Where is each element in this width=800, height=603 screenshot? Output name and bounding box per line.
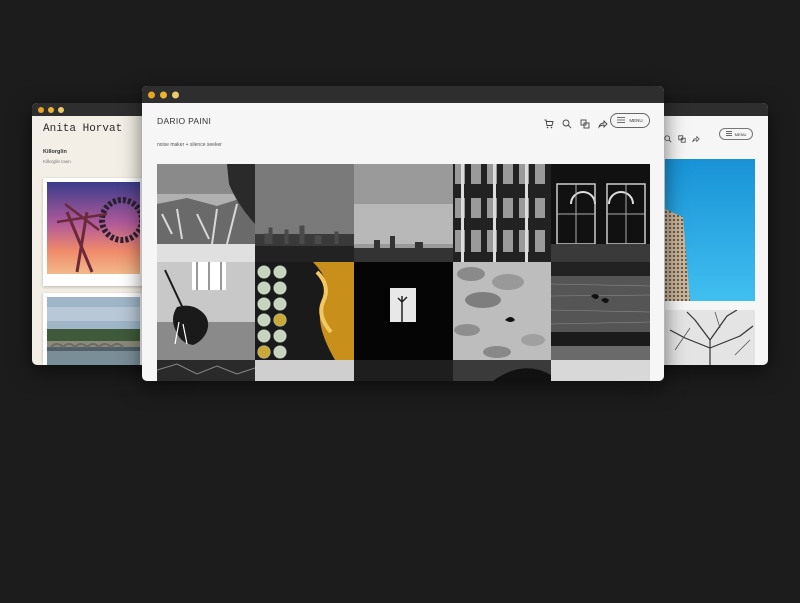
center-window-titlebar	[142, 86, 664, 103]
photo-tile-lily-pads[interactable]	[453, 262, 551, 360]
photo-tile-arched-windows[interactable]	[551, 164, 650, 262]
site-tagline: noise maker + silence seeker	[157, 142, 222, 148]
search-icon[interactable]	[562, 116, 572, 134]
header-icons	[544, 116, 608, 134]
window-controls	[148, 91, 179, 98]
menu-button[interactable]: MENU	[610, 113, 650, 128]
share-icon[interactable]	[598, 116, 608, 134]
photo-grid	[157, 164, 650, 381]
maximize-dot[interactable]	[172, 91, 179, 98]
right-header-icons	[664, 130, 700, 148]
bare-tree-photo[interactable]	[665, 310, 755, 365]
photo-tile-skyline-dark[interactable]	[255, 164, 354, 262]
right-menu-button[interactable]: MENU	[719, 128, 753, 140]
minimize-dot[interactable]	[48, 106, 54, 113]
menu-icon	[617, 117, 626, 124]
close-dot[interactable]	[148, 91, 155, 98]
cart-icon[interactable]	[544, 116, 554, 134]
photo-tile-skyline-light[interactable]	[354, 164, 453, 262]
menu-label: MENU	[629, 118, 643, 123]
photo-card-river-bridge[interactable]	[43, 293, 144, 365]
photo-tile-wooden-board[interactable]	[551, 262, 650, 360]
photo-tile-double-bass[interactable]	[157, 262, 255, 360]
photo-tile-light-scene[interactable]	[551, 360, 650, 381]
photo-tile-pale-sky[interactable]	[255, 360, 354, 381]
photo-tile-ruins[interactable]	[157, 164, 255, 262]
photo-tile-columns[interactable]	[453, 164, 551, 262]
share-icon[interactable]	[692, 130, 700, 148]
menu-label: MENU	[734, 131, 747, 137]
river-bridge-photo	[47, 297, 140, 365]
tags-icon[interactable]	[580, 116, 590, 134]
maximize-dot[interactable]	[58, 106, 64, 113]
photo-tile-glass-window[interactable]	[255, 262, 354, 360]
window-controls	[38, 106, 64, 113]
sunset-sculpture-photo	[47, 182, 140, 274]
search-icon[interactable]	[664, 130, 672, 148]
photo-tile-dark-doorway[interactable]	[354, 262, 453, 360]
photo-tile-branches[interactable]	[157, 360, 255, 381]
menu-icon	[725, 131, 732, 137]
left-gallery-caption: Killorglin town	[43, 159, 71, 164]
site-title[interactable]: DARIO PAINI	[157, 116, 211, 126]
photo-card-sunset-sculpture[interactable]	[43, 178, 144, 286]
left-gallery-location: Killorglin	[43, 149, 67, 155]
photo-tile-dark-scene[interactable]	[354, 360, 453, 381]
tower-block-photo[interactable]	[665, 159, 755, 301]
tags-icon[interactable]	[678, 130, 686, 148]
close-dot[interactable]	[38, 106, 44, 113]
minimize-dot[interactable]	[160, 91, 167, 98]
photo-tile-hill[interactable]	[453, 360, 551, 381]
center-browser-window: DARIO PAINI noise maker + silence seeker…	[142, 86, 664, 381]
left-site-title[interactable]: Anita Horvat	[43, 123, 122, 135]
